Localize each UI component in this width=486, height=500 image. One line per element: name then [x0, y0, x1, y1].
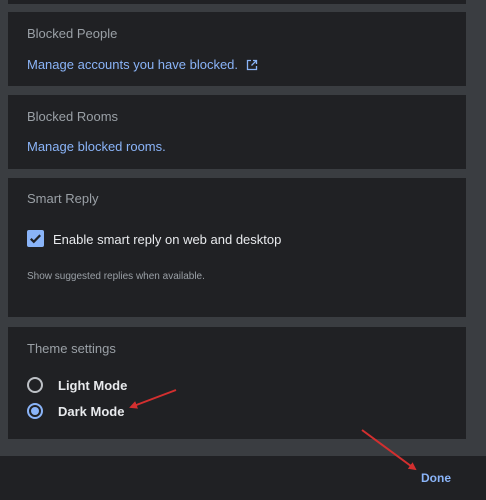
- dark-mode-label[interactable]: Dark Mode: [58, 404, 124, 419]
- smart-reply-section: Smart Reply Enable smart reply on web an…: [8, 178, 466, 317]
- settings-dialog-body: Blocked People Manage accounts you have …: [0, 0, 486, 456]
- manage-blocked-rooms-link[interactable]: Manage blocked rooms.: [27, 139, 166, 154]
- light-mode-label[interactable]: Light Mode: [58, 378, 127, 393]
- blocked-rooms-section: Blocked Rooms Manage blocked rooms.: [8, 95, 466, 169]
- manage-blocked-accounts-link[interactable]: Manage accounts you have blocked.: [27, 57, 258, 72]
- light-mode-radio[interactable]: [27, 377, 43, 393]
- previous-section-edge: [8, 0, 466, 4]
- smart-reply-checkbox-label: Enable smart reply on web and desktop: [53, 232, 282, 247]
- blocked-people-title: Blocked People: [27, 26, 118, 41]
- smart-reply-checkbox[interactable]: [27, 230, 44, 247]
- manage-blocked-rooms-label: Manage blocked rooms.: [27, 139, 166, 154]
- theme-settings-section: Theme settings Light Mode Dark Mode: [8, 327, 466, 439]
- dialog-footer: Done: [0, 456, 486, 500]
- theme-settings-title: Theme settings: [27, 341, 116, 356]
- checkmark-icon: [30, 234, 41, 244]
- manage-blocked-accounts-label: Manage accounts you have blocked.: [27, 57, 239, 72]
- smart-reply-hint: Show suggested replies when available.: [27, 271, 205, 282]
- done-button[interactable]: Done: [421, 471, 451, 485]
- blocked-people-section: Blocked People Manage accounts you have …: [8, 12, 466, 86]
- open-in-new-icon: [246, 59, 258, 71]
- blocked-rooms-title: Blocked Rooms: [27, 109, 119, 124]
- smart-reply-title: Smart Reply: [27, 191, 99, 206]
- dark-mode-radio[interactable]: [27, 403, 43, 419]
